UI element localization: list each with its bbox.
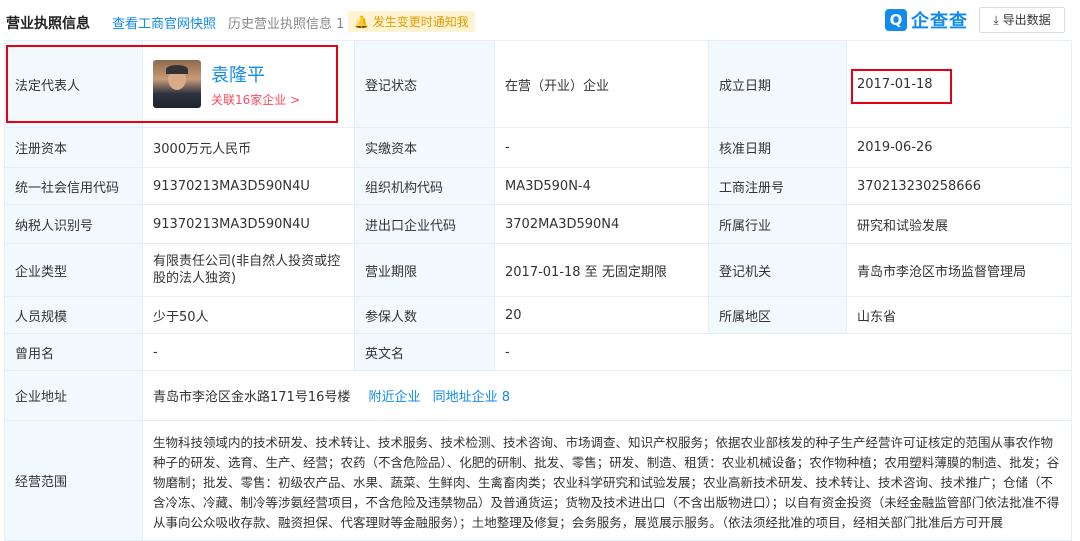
taxpayer-id-value: 91370213MA3D590N4U (142, 204, 355, 244)
logo-text: 企查查 (911, 11, 968, 32)
legal-rep-name[interactable]: 袁隆平 (211, 61, 300, 87)
address-key: 企业地址 (4, 370, 143, 421)
credit-code-value: 91370213MA3D590N4U (142, 167, 355, 205)
industry-value: 研究和试验发展 (846, 204, 1072, 244)
founded-key: 成立日期 (708, 40, 847, 128)
credit-code-key: 统一社会信用代码 (4, 167, 143, 205)
insured-key: 参保人数 (354, 296, 495, 334)
approved-value: 2019-06-26 (846, 127, 1072, 168)
term-key: 营业期限 (354, 243, 495, 297)
staff-key: 人员规模 (4, 296, 143, 334)
org-code-key: 组织机构代码 (354, 167, 495, 205)
table-row: 注册资本 3000万元人民币 实缴资本 - 核准日期 2019-06-26 (4, 127, 1072, 168)
table-row: 企业类型 有限责任公司(非自然人投资或控股的法人独资) 营业期限 2017-01… (4, 243, 1072, 297)
region-key: 所属地区 (708, 296, 847, 334)
import-code-key: 进出口企业代码 (354, 204, 495, 244)
same-address-link[interactable]: 同地址企业 8 (433, 390, 510, 405)
avatar[interactable] (153, 60, 201, 108)
address-cell: 青岛市李沧区金水路171号16号楼 附近企业 同地址企业 8 (142, 370, 1072, 421)
authority-value: 青岛市李沧区市场监督管理局 (846, 243, 1072, 297)
notify-on-change-button[interactable]: 🔔 发生变更时通知我 (348, 11, 475, 32)
biz-reg-no-value: 370213230258666 (846, 167, 1072, 205)
header-bar: 营业执照信息 查看工商官网快照 历史营业执照信息 1 🔔 发生变更时通知我 Q … (0, 0, 1080, 40)
view-snapshot-link[interactable]: 查看工商官网快照 (112, 13, 216, 32)
status-value: 在营（开业）企业 (494, 40, 709, 128)
reg-capital-key: 注册资本 (4, 127, 143, 168)
staff-value: 少于50人 (142, 296, 355, 334)
export-label: 导出数据 (1002, 13, 1051, 27)
nearby-companies-link[interactable]: 附近企业 (369, 390, 421, 405)
table-row: 曾用名 - 英文名 - (4, 333, 1072, 371)
org-code-value: MA3D590N-4 (494, 167, 709, 205)
former-name-key: 曾用名 (4, 333, 143, 371)
license-info-table: 法定代表人 袁隆平 关联16家企业 > 登记状态 在营（开业）企业 成立日期 2… (4, 40, 1072, 541)
status-key: 登记状态 (354, 40, 495, 128)
company-type-key: 企业类型 (4, 243, 143, 297)
region-value: 山东省 (846, 296, 1072, 334)
english-name-key: 英文名 (354, 333, 495, 371)
authority-key: 登记机关 (708, 243, 847, 297)
reg-capital-value: 3000万元人民币 (142, 127, 355, 168)
taxpayer-id-key: 纳税人识别号 (4, 204, 143, 244)
section-title: 营业执照信息 (6, 16, 90, 32)
export-button[interactable]: ⤓ 导出数据 (979, 7, 1065, 33)
download-icon: ⤓ (993, 13, 999, 27)
table-row: 人员规模 少于50人 参保人数 20 所属地区 山东省 (4, 296, 1072, 334)
import-code-value: 3702MA3D590N4 (494, 204, 709, 244)
qichacha-logo: Q 企查查 (885, 7, 968, 33)
former-name-value: - (142, 333, 355, 371)
legal-rep-key: 法定代表人 (4, 40, 143, 128)
industry-key: 所属行业 (708, 204, 847, 244)
biz-reg-no-key: 工商注册号 (708, 167, 847, 205)
company-type-value: 有限责任公司(非自然人投资或控股的法人独资) (142, 243, 355, 297)
founded-value: 2017-01-18 (846, 40, 1072, 128)
table-row: 法定代表人 袁隆平 关联16家企业 > 登记状态 在营（开业）企业 成立日期 2… (4, 40, 1072, 128)
insured-value: 20 (494, 296, 709, 334)
table-row: 统一社会信用代码 91370213MA3D590N4U 组织机构代码 MA3D5… (4, 167, 1072, 205)
paid-capital-key: 实缴资本 (354, 127, 495, 168)
legal-rep-cell: 袁隆平 关联16家企业 > (142, 40, 355, 128)
bell-icon: 🔔 (354, 15, 369, 29)
scope-key: 经营范围 (4, 420, 143, 541)
related-companies-link[interactable]: 关联16家企业 > (211, 91, 300, 108)
history-license-link[interactable]: 历史营业执照信息 1 (228, 13, 344, 32)
table-row: 企业地址 青岛市李沧区金水路171号16号楼 附近企业 同地址企业 8 (4, 370, 1072, 421)
table-row: 纳税人识别号 91370213MA3D590N4U 进出口企业代码 3702MA… (4, 204, 1072, 244)
term-value: 2017-01-18 至 无固定期限 (494, 243, 709, 297)
qichacha-logo-icon: Q (885, 9, 907, 31)
address-value: 青岛市李沧区金水路171号16号楼 (153, 390, 351, 405)
paid-capital-value: - (494, 127, 709, 168)
notify-label: 发生变更时通知我 (372, 15, 469, 29)
approved-key: 核准日期 (708, 127, 847, 168)
english-name-value: - (494, 333, 1072, 371)
table-row: 经营范围 生物科技领域内的技术研发、技术转让、技术服务、技术检测、技术咨询、市场… (4, 420, 1072, 541)
scope-value: 生物科技领域内的技术研发、技术转让、技术服务、技术检测、技术咨询、市场调查、知识… (142, 420, 1072, 541)
